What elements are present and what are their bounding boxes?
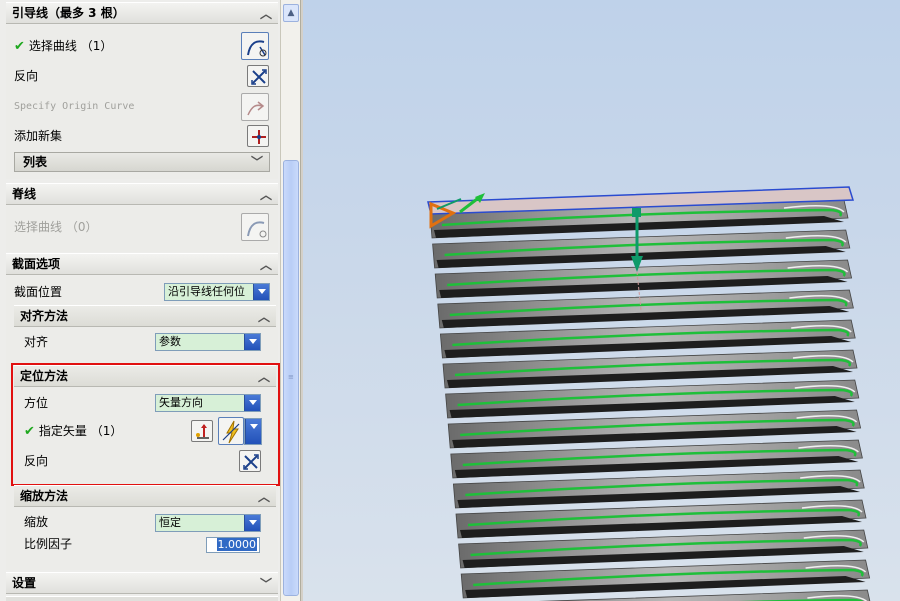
- scroll-up-button[interactable]: ▲: [283, 4, 299, 22]
- reverse-direction-icon: [251, 69, 267, 85]
- sweep-dialog-panel: 引导线（最多 3 根） ︿ ✔ 选择曲线 （1） 反向 Specify Origi…: [0, 0, 280, 601]
- chevron-up-icon[interactable]: ︿: [256, 307, 272, 327]
- add-new-set-button[interactable]: [247, 125, 269, 147]
- chevron-down-icon[interactable]: ﹀: [258, 574, 274, 594]
- alignment-method-header[interactable]: 对齐方法 ︿: [14, 305, 276, 327]
- chevron-up-icon[interactable]: ︿: [258, 4, 274, 24]
- alignment-label: 对齐: [24, 335, 49, 349]
- spine-group-title: 脊线: [12, 187, 37, 201]
- chevron-down-icon[interactable]: [244, 334, 260, 350]
- alignment-method-title: 对齐方法: [20, 309, 69, 323]
- alignment-select[interactable]: 参数: [155, 333, 261, 351]
- scaling-value: 恒定: [159, 516, 181, 529]
- guide-reverse-label: 反向: [14, 69, 39, 83]
- section-position-label: 截面位置: [14, 285, 63, 299]
- spine-group-header[interactable]: 脊线 ︿: [6, 183, 278, 205]
- orientation-highlight-box: [11, 363, 280, 486]
- chevron-up-icon[interactable]: ︿: [258, 185, 274, 205]
- add-set-icon: [252, 130, 266, 144]
- scale-factor-label: 比例因子: [24, 537, 73, 551]
- select-curve-button[interactable]: [241, 32, 269, 60]
- next-group-edge: [6, 596, 278, 601]
- settings-group-header[interactable]: 设置 ﹀: [6, 572, 278, 594]
- list-label: 列表: [23, 155, 48, 169]
- section-options-header[interactable]: 截面选项 ︿: [6, 253, 278, 275]
- add-new-set-label: 添加新集: [14, 129, 63, 143]
- scaling-method-title: 缩放方法: [20, 489, 69, 503]
- chevron-down-icon[interactable]: [253, 284, 269, 300]
- helix-model: [427, 186, 871, 601]
- guide-select-curve-row[interactable]: ✔ 选择曲线 （1）: [14, 34, 112, 58]
- alignment-value: 参数: [159, 335, 181, 348]
- chevron-down-icon[interactable]: [244, 515, 260, 531]
- scaling-method-header[interactable]: 缩放方法 ︿: [14, 485, 276, 507]
- panel-scrollbar[interactable]: ▲ ≡: [280, 0, 300, 601]
- scale-factor-value: 1.0000: [216, 538, 257, 551]
- origin-curve-icon: [247, 101, 265, 116]
- scale-factor-input[interactable]: 1.0000: [206, 537, 260, 553]
- curve-select-icon: [247, 40, 267, 57]
- checkmark-icon: ✔: [14, 39, 25, 54]
- guide-reverse-button[interactable]: [247, 65, 269, 87]
- spine-select-curve-label: 选择曲线 （0）: [14, 220, 98, 234]
- list-expander[interactable]: 列表 ﹀: [14, 152, 270, 172]
- specify-origin-curve-button[interactable]: [241, 93, 269, 121]
- helix-coils: [429, 199, 871, 601]
- chevron-up-icon[interactable]: ︿: [258, 255, 274, 275]
- section-position-select[interactable]: 沿引导线任何位: [164, 283, 270, 301]
- chevron-up-icon[interactable]: ︿: [256, 487, 272, 507]
- guide-group-header[interactable]: 引导线（最多 3 根） ︿: [6, 2, 278, 24]
- chevron-down-icon[interactable]: ﹀: [249, 153, 265, 171]
- section-position-value: 沿引导线任何位: [168, 285, 245, 298]
- specify-origin-curve-label: Specify Origin Curve: [14, 101, 135, 112]
- grip-icon: ≡: [288, 373, 294, 381]
- guide-select-curve-label: 选择曲线 （1）: [28, 39, 113, 53]
- section-options-title: 截面选项: [12, 257, 61, 271]
- curve-select-icon: [247, 221, 267, 238]
- scaling-select[interactable]: 恒定: [155, 514, 261, 532]
- guide-group-title: 引导线（最多 3 根）: [12, 6, 125, 20]
- graphics-viewport[interactable]: [303, 0, 900, 601]
- settings-group-title: 设置: [12, 576, 37, 590]
- spine-select-curve-button[interactable]: [241, 213, 269, 241]
- scroll-thumb[interactable]: ≡: [283, 160, 299, 596]
- scaling-label: 缩放: [24, 515, 49, 529]
